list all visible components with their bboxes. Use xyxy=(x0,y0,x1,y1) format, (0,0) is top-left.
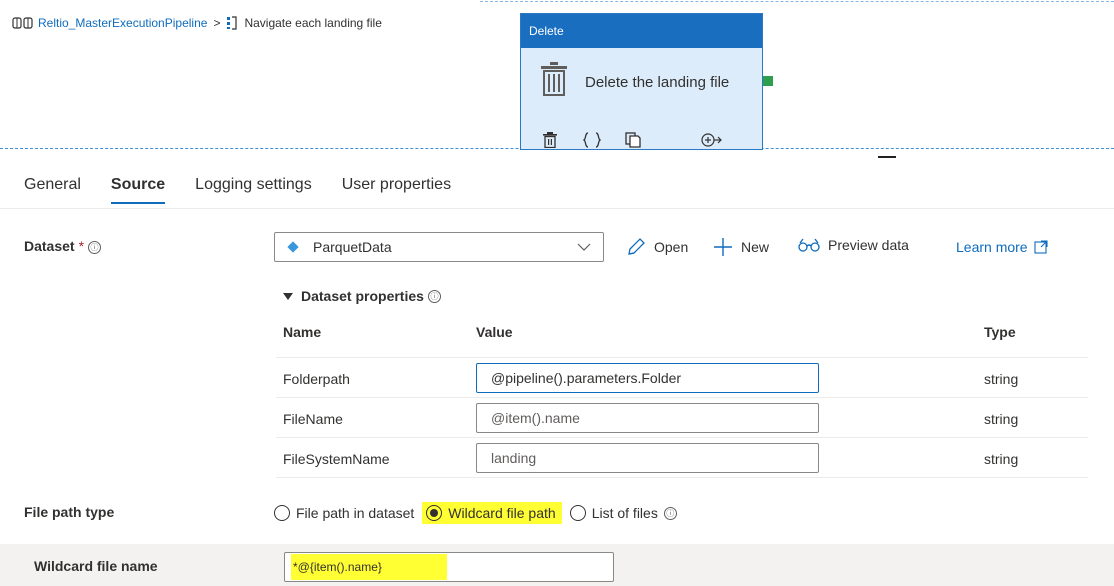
radio-circle xyxy=(569,505,586,521)
pipeline-icon xyxy=(12,17,33,29)
pencil-icon xyxy=(628,238,645,255)
radio-wildcard-file-path[interactable]: Wildcard file path xyxy=(422,502,562,524)
column-header-type: Type xyxy=(984,324,1016,340)
column-header-name: Name xyxy=(283,324,322,340)
table-divider xyxy=(276,357,1088,358)
canvas-top-border xyxy=(480,1,1114,2)
dataset-dropdown[interactable]: ParquetData xyxy=(274,232,604,262)
chevron-down-icon xyxy=(577,243,591,251)
glasses-icon xyxy=(798,238,820,252)
cursor-marker xyxy=(878,156,896,158)
preview-data-button[interactable]: Preview data xyxy=(798,237,909,253)
open-dataset-button[interactable]: Open xyxy=(626,237,688,257)
table-row-type: string xyxy=(984,451,1019,467)
add-output-icon[interactable] xyxy=(701,132,723,151)
breadcrumb-pipeline-link[interactable]: Reltio_MasterExecutionPipeline xyxy=(38,16,207,30)
wildcard-file-name-value: *@{item().name} xyxy=(291,554,447,580)
wildcard-file-name-label: Wildcard file name xyxy=(34,558,158,574)
table-row-type: string xyxy=(984,371,1019,387)
radio-file-path-in-dataset[interactable]: File path in dataset xyxy=(274,505,414,521)
filename-value-input[interactable]: @item().name xyxy=(476,403,819,433)
file-path-type-label: File path type xyxy=(24,504,115,520)
column-header-value: Value xyxy=(476,324,513,340)
success-output-port[interactable] xyxy=(763,76,773,86)
tab-user-properties[interactable]: User properties xyxy=(342,176,451,204)
tab-logging-settings[interactable]: Logging settings xyxy=(195,176,312,204)
trash-icon[interactable] xyxy=(543,132,557,151)
foreach-icon xyxy=(227,16,238,30)
breadcrumb-current: Navigate each landing file xyxy=(244,16,382,30)
code-braces-icon[interactable] xyxy=(582,132,602,151)
table-row-name: FileName xyxy=(283,411,343,427)
new-dataset-button[interactable]: New xyxy=(713,237,769,257)
table-divider xyxy=(276,437,1088,438)
tab-source[interactable]: Source xyxy=(110,176,166,204)
tab-general[interactable]: General xyxy=(24,176,81,204)
radio-circle-checked xyxy=(426,505,443,521)
collapse-triangle-icon xyxy=(283,292,293,300)
external-link-icon xyxy=(1034,240,1048,254)
dataset-properties-toggle[interactable]: Dataset properties ⓘ xyxy=(283,288,441,304)
copy-icon[interactable] xyxy=(625,132,641,151)
table-row-name: FileSystemName xyxy=(283,451,390,467)
dataset-type-icon xyxy=(287,241,299,253)
activity-type-label: Delete xyxy=(529,24,564,38)
wildcard-file-name-input[interactable]: *@{item().name} xyxy=(284,552,614,582)
learn-more-link[interactable]: Learn more xyxy=(956,239,1048,255)
folderpath-value-input[interactable]: @pipeline().parameters.Folder xyxy=(476,363,819,393)
activity-title: Delete the landing file xyxy=(585,74,730,91)
required-mark: * xyxy=(78,238,85,254)
plus-icon xyxy=(714,238,732,256)
breadcrumb: Reltio_MasterExecutionPipeline > Navigat… xyxy=(12,16,382,30)
table-divider xyxy=(276,397,1088,398)
delete-activity-icon xyxy=(541,62,567,96)
table-row-type: string xyxy=(984,411,1019,427)
delete-activity-node[interactable]: Delete Delete the landing file xyxy=(520,13,763,150)
table-divider xyxy=(276,477,1088,478)
file-path-type-radio-group: File path in dataset Wildcard file path … xyxy=(274,502,685,524)
radio-circle xyxy=(274,505,290,521)
tabs-divider xyxy=(0,208,1114,209)
info-icon[interactable]: ⓘ xyxy=(88,241,102,254)
breadcrumb-separator: > xyxy=(213,16,221,30)
filesystemname-value-input[interactable]: landing xyxy=(476,443,819,473)
info-icon[interactable]: ⓘ xyxy=(663,506,677,520)
dataset-label: Dataset * ⓘ xyxy=(24,238,102,254)
activity-header: Delete xyxy=(521,14,762,48)
properties-tabs: General Source Logging settings User pro… xyxy=(24,176,481,204)
dataset-dropdown-value: ParquetData xyxy=(313,239,392,255)
radio-list-of-files[interactable]: List of files ⓘ xyxy=(569,505,677,521)
table-row-name: Folderpath xyxy=(283,371,350,387)
info-icon[interactable]: ⓘ xyxy=(427,289,441,303)
